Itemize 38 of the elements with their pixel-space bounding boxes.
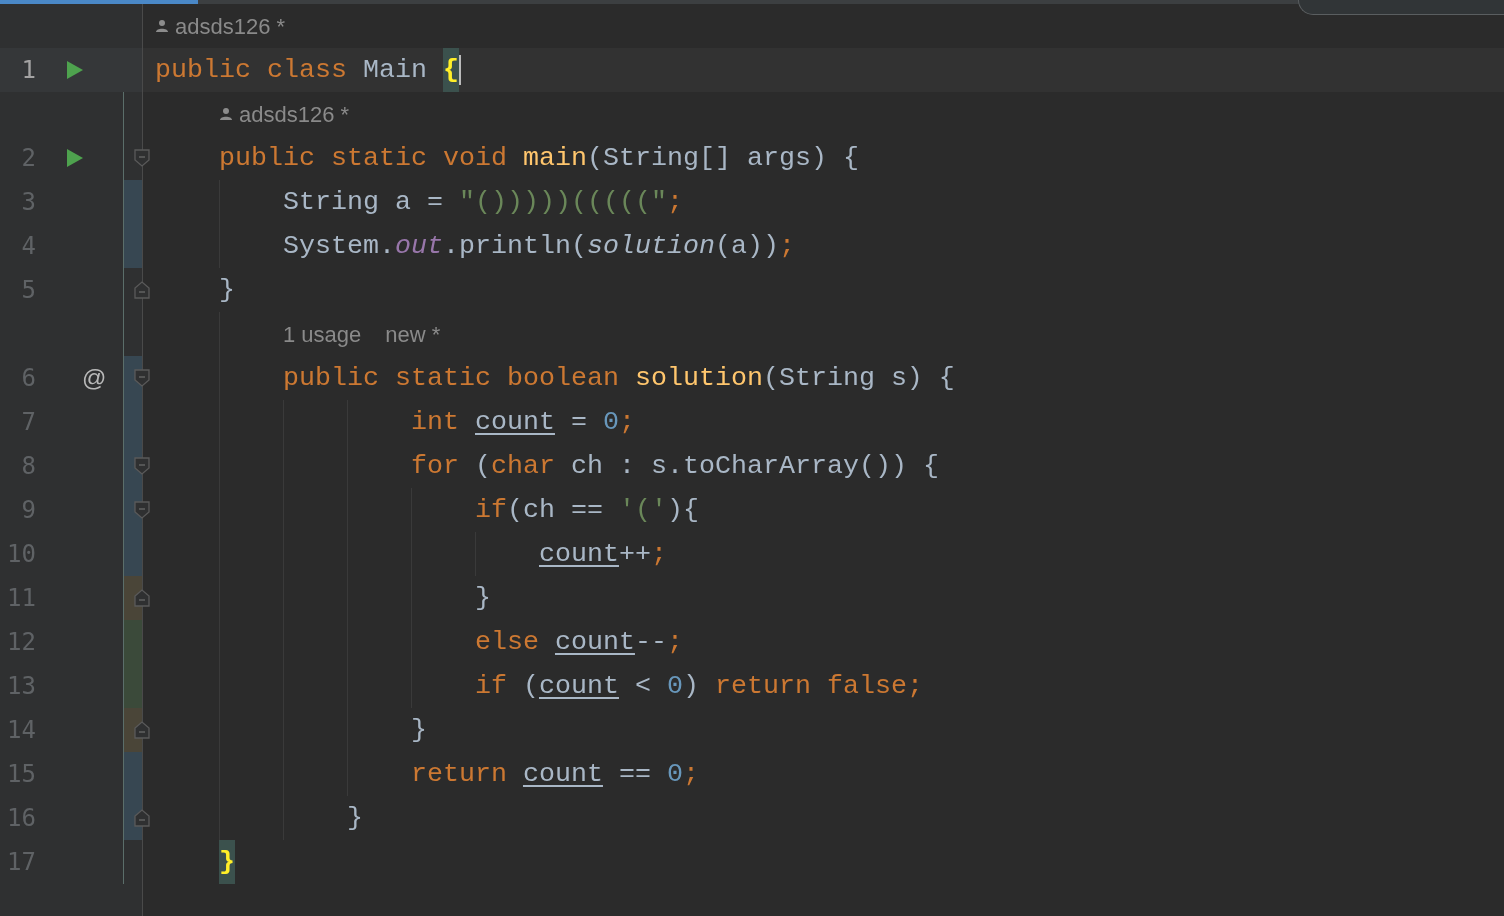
fold-collapse-icon[interactable] [134,501,150,519]
change-marker[interactable] [124,620,142,664]
fold-end-icon[interactable] [134,281,150,299]
code-line: public static boolean solution(String s) { [283,362,955,395]
code-line: System.out.println(solution(a)); [283,230,795,263]
recursion-mark[interactable]: @ [82,366,107,390]
run-icon[interactable] [66,148,84,168]
code-line: else count--; [475,626,683,659]
code-line: int count = 0; [411,406,635,439]
code-line: } [347,802,363,835]
code-line: if(ch == '('){ [475,494,699,527]
code-line: public static void main(String[] args) { [219,142,859,175]
author-hint[interactable]: adsds126 * [239,97,350,131]
code-line: String a = "()))))((((("; [283,186,683,219]
fold-collapse-icon[interactable] [134,457,150,475]
line-number: 1 [21,56,36,84]
change-marker[interactable] [124,224,142,268]
code-line: } [411,714,427,747]
fold-collapse-icon[interactable] [134,369,150,387]
change-marker[interactable] [124,180,142,224]
person-icon [219,107,233,121]
author-hint[interactable]: adsds126 * [175,9,286,43]
change-marker[interactable] [124,752,142,796]
run-icon[interactable] [66,60,84,80]
code-line: } [475,582,491,615]
code-line: return count == 0; [411,758,699,791]
code-line: if (count < 0) return false; [475,670,923,703]
usage-hint[interactable]: 1 usage [283,317,362,351]
code-line: count++; [539,538,667,571]
change-marker[interactable] [124,532,142,576]
change-marker[interactable] [124,664,142,708]
text-caret [458,55,461,85]
code-line: for (char ch : s.toCharArray()) { [411,450,939,483]
usage-hint[interactable]: new * [385,317,441,351]
fold-collapse-icon[interactable] [134,149,150,167]
person-icon [155,19,169,33]
code-line: public class Main { [155,48,461,92]
code-line: } [219,274,235,307]
